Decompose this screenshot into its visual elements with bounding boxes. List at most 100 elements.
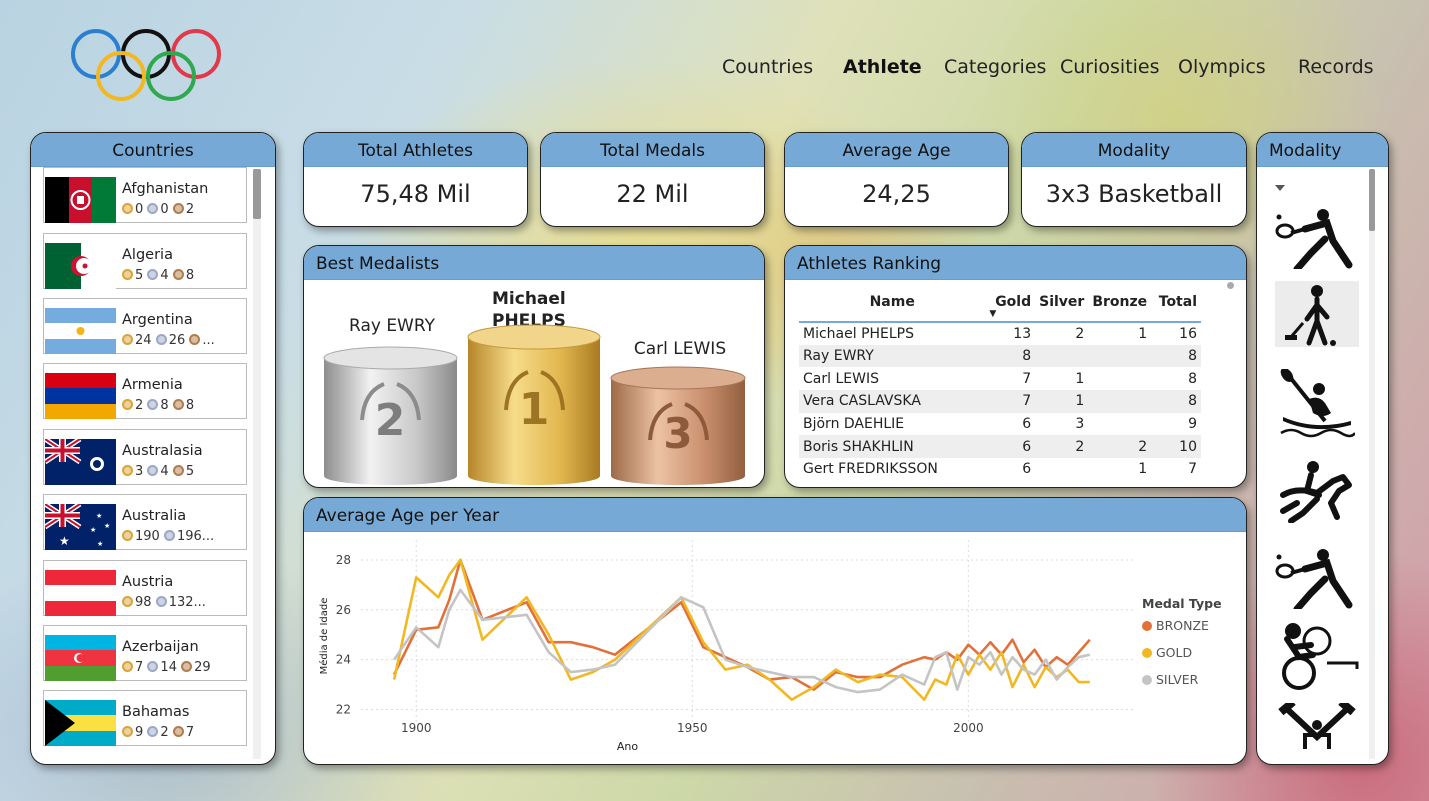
- silver-podium: 2: [323, 346, 458, 485]
- country-item-azerbaijan[interactable]: Azerbaijan 7 14 29: [43, 625, 247, 681]
- x-tick-label: 2000: [953, 721, 984, 735]
- silver-count: 0: [160, 202, 169, 217]
- silver-count: 4: [160, 268, 169, 283]
- roque-icon[interactable]: [1277, 703, 1357, 755]
- silver-medal-icon: [147, 661, 159, 672]
- table-row[interactable]: Björn DAEHLIE 6 3 9: [799, 413, 1201, 436]
- gold-medal-icon: [122, 334, 133, 345]
- gold-count: 24: [135, 333, 152, 348]
- country-item-algeria[interactable]: Algeria 5 4 8: [43, 233, 247, 289]
- table-header-row: Name Gold ▼ Silver Bronze Total: [799, 282, 1201, 323]
- country-name: Australasia: [122, 443, 203, 459]
- cell-gold: 6: [1022, 416, 1032, 433]
- kpi-total-athletes: Total Athletes 75,48 Mil: [303, 132, 528, 227]
- cell-total: 8: [1151, 344, 1201, 368]
- nav-curiosities[interactable]: Curiosities: [1060, 56, 1160, 78]
- table-row[interactable]: Gert FREDRIKSSON 6 1 7: [799, 458, 1201, 481]
- country-item-armenia[interactable]: Armenia 2 8 8: [43, 363, 247, 419]
- badminton-icon[interactable]: [1275, 547, 1359, 609]
- dropdown-arrow-icon[interactable]: [1275, 185, 1285, 191]
- table-row[interactable]: Vera CASLAVSKA 7 1 8: [799, 390, 1201, 413]
- country-item-bahamas[interactable]: Bahamas 9 2 7: [43, 690, 247, 746]
- canoe-slalom-icon[interactable]: [1279, 369, 1355, 441]
- cell-silver: 2: [1075, 325, 1085, 342]
- svg-text:2: 2: [375, 395, 406, 446]
- bronze-medal-icon: [172, 726, 184, 737]
- column-header-total[interactable]: Total: [1151, 282, 1201, 323]
- cell-total: 8: [1151, 390, 1201, 413]
- country-item-argentina[interactable]: Argentina 24 26 ...: [43, 298, 247, 354]
- silver-medal-icon: [147, 726, 159, 737]
- nav-countries[interactable]: Countries: [722, 56, 813, 78]
- column-header-silver[interactable]: Silver: [1035, 282, 1089, 323]
- y-axis-label: Média de Idade: [318, 598, 330, 675]
- gold-count: 9: [135, 725, 144, 740]
- country-medals: 9 2 7: [122, 725, 194, 740]
- country-name: Argentina: [122, 312, 193, 328]
- gold-medal-icon: [122, 661, 133, 672]
- column-header-name[interactable]: Name: [799, 282, 986, 323]
- table-row[interactable]: Ray EWRY 8 8: [799, 344, 1201, 368]
- column-header-gold[interactable]: Gold ▼: [985, 282, 1036, 323]
- cycling-bmx-icon[interactable]: [1279, 621, 1359, 693]
- table-row[interactable]: Boris SHAKHLIN 6 2 2 10: [799, 435, 1201, 459]
- tennis-icon[interactable]: [1275, 207, 1359, 269]
- countries-scroll-thumb[interactable]: [253, 169, 261, 219]
- legend-item-gold[interactable]: GOLD: [1142, 645, 1192, 660]
- country-medals: 190 196...: [122, 529, 214, 544]
- country-medals: 0 0 2: [122, 202, 194, 217]
- chart-title: Average Age per Year: [304, 498, 1246, 532]
- gold-count: 98: [135, 595, 152, 610]
- country-name: Australia: [122, 508, 187, 524]
- bronze-count: ...: [202, 333, 215, 348]
- silver-medal-icon: [147, 465, 159, 476]
- svg-text:★: ★: [104, 522, 110, 530]
- modality-scroll-thumb[interactable]: [1369, 169, 1375, 231]
- kpi-average-age: Average Age 24,25: [784, 132, 1009, 227]
- legend-item-silver[interactable]: SILVER: [1142, 672, 1198, 687]
- ranking-table: Name Gold ▼ Silver Bronze Total Michael P…: [799, 282, 1201, 481]
- cell-total: 16: [1179, 325, 1197, 342]
- column-header-bronze[interactable]: Bronze: [1088, 282, 1152, 323]
- modality-scrollbar[interactable]: [1369, 169, 1375, 759]
- country-name: Algeria: [122, 247, 173, 263]
- cell-bronze: 2: [1088, 435, 1152, 459]
- table-row[interactable]: Carl LEWIS 7 1 8: [799, 367, 1201, 390]
- bronze-count: 7: [185, 725, 195, 740]
- country-item-austria[interactable]: Austria 98 132...: [43, 560, 247, 616]
- croquet-tile[interactable]: [1275, 281, 1359, 347]
- equestrian-icon[interactable]: [1277, 459, 1357, 523]
- nav-categories[interactable]: Categories: [944, 56, 1046, 78]
- silver-count: 2: [160, 725, 169, 740]
- country-item-australasia[interactable]: Australasia 3 4 5: [43, 429, 247, 485]
- gold-medal-icon: [122, 269, 133, 280]
- legend-item-bronze[interactable]: BRONZE: [1142, 618, 1209, 633]
- country-medals: 3 4 5: [122, 464, 194, 479]
- table-row[interactable]: Michael PHELPS 13 2 1 16: [799, 322, 1201, 345]
- legend-dot: [1142, 675, 1152, 685]
- gold-medal-icon: [122, 596, 133, 607]
- nav-athlete[interactable]: Athlete: [843, 56, 922, 78]
- country-item-australia[interactable]: ★ ★ ★ ★ ★ Australia 190 196...: [43, 494, 247, 550]
- kpi-value: 75,48 Mil: [360, 180, 471, 208]
- table-scrollbar[interactable]: [1227, 282, 1234, 289]
- country-item-afghanistan[interactable]: Afghanistan 0 0 2: [43, 167, 247, 223]
- gold-medal-icon: [122, 726, 133, 737]
- croquet-icon: [1285, 285, 1336, 346]
- kpi-value: 22 Mil: [616, 180, 689, 208]
- cell-bronze: [1088, 413, 1151, 436]
- nav-records[interactable]: Records: [1298, 56, 1374, 78]
- bronze-medal-icon: [172, 269, 184, 280]
- nav-olympics[interactable]: Olympics: [1178, 56, 1266, 78]
- silver-count: 4: [160, 464, 169, 479]
- cell-silver: 3: [1075, 416, 1085, 433]
- kpi-modality: Modality 3x3 Basketball: [1021, 132, 1247, 227]
- kpi-value: 24,25: [862, 180, 931, 208]
- countries-scrollbar[interactable]: [253, 169, 261, 759]
- silver-medal-icon: [163, 530, 175, 541]
- cell-silver: [1035, 344, 1089, 368]
- y-tick-label: 24: [336, 653, 351, 667]
- country-name: Bahamas: [122, 704, 190, 720]
- legend-dot: [1142, 648, 1152, 658]
- cell-silver: 1: [1075, 370, 1085, 387]
